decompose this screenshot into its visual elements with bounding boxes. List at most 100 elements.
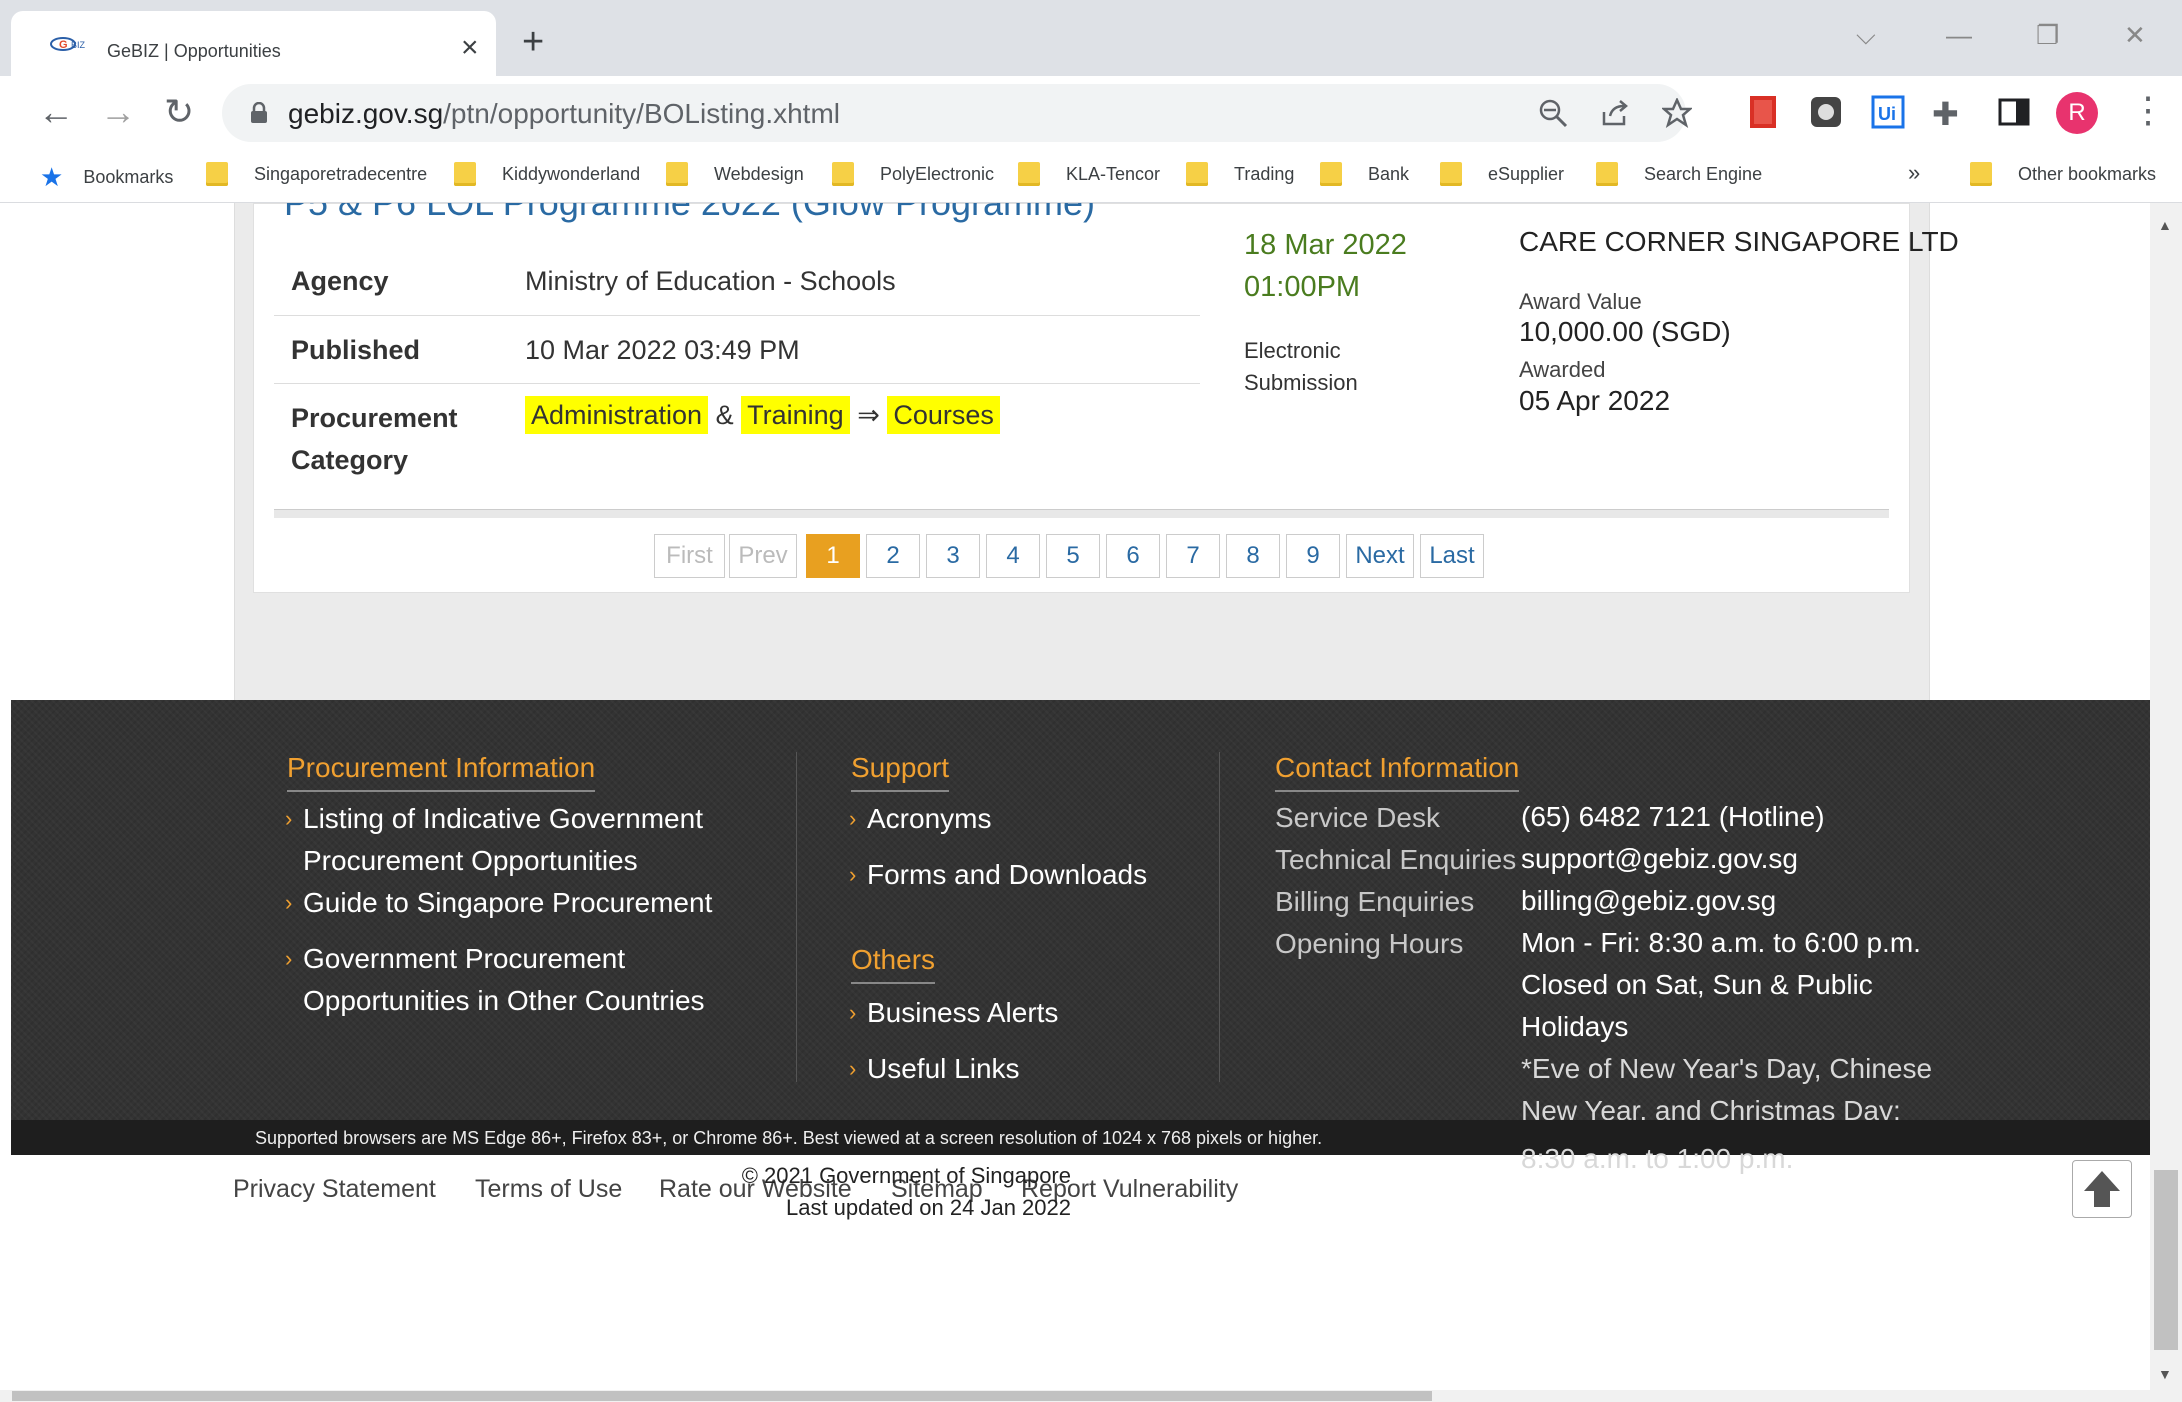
profile-avatar[interactable]: R	[2056, 92, 2098, 134]
scroll-up-icon[interactable]: ▲	[2158, 217, 2172, 233]
chevron-right-icon: ›	[285, 890, 293, 915]
lock-icon	[251, 102, 267, 123]
page-prev-button[interactable]: Prev	[729, 534, 797, 578]
page-3-button[interactable]: 3	[926, 534, 980, 578]
bookmark-label: Webdesign	[714, 164, 804, 184]
category-administration: Administration	[525, 396, 709, 434]
side-panel-icon[interactable]	[1996, 94, 2032, 130]
row-divider	[274, 383, 1200, 384]
agency-label: Agency	[291, 266, 389, 296]
chevron-right-icon: ›	[849, 1056, 857, 1081]
bookmark-item[interactable]: PolyElectronic	[832, 162, 994, 186]
closed-days-value: Closed on Sat, Sun & Public	[1521, 969, 1873, 1000]
bookmark-label: PolyElectronic	[880, 164, 995, 184]
restore-icon[interactable]: ❐	[2036, 20, 2059, 50]
reload-icon[interactable]: ↻	[164, 92, 194, 132]
page-4-button[interactable]: 4	[986, 534, 1040, 578]
footer-link-business-alerts[interactable]: › Business Alerts	[849, 992, 1058, 1034]
footer-link-useful-links[interactable]: › Useful Links	[849, 1048, 1020, 1090]
copyright-text: © 2021 Government of Singapore	[741, 1163, 1071, 1188]
service-desk-label: Service Desk	[1275, 802, 1440, 833]
category-training: Training	[741, 396, 850, 434]
horizontal-scroll-thumb[interactable]	[12, 1391, 1432, 1401]
footer-link-indicative-listing[interactable]: › Listing of Indicative Government Procu…	[285, 798, 703, 882]
footer-divider	[1219, 752, 1220, 1082]
card-divider	[274, 509, 1889, 518]
tab-close-icon[interactable]: ×	[461, 33, 479, 63]
bookmark-star-icon[interactable]	[1662, 98, 1692, 128]
bookmark-item[interactable]: Kiddywonderland	[454, 162, 640, 186]
back-icon[interactable]: ←	[38, 92, 74, 132]
link-label: Forms and Downloads	[867, 859, 1148, 890]
zoom-icon[interactable]	[1538, 98, 1568, 128]
support-email[interactable]: support@gebiz.gov.sg	[1521, 838, 1798, 880]
scroll-down-icon[interactable]: ▼	[2158, 1366, 2172, 1382]
bookmark-item[interactable]: Trading	[1186, 162, 1294, 186]
bookmark-other[interactable]: Other bookmarks	[1970, 162, 2156, 186]
footer-link-forms[interactable]: › Forms and Downloads	[849, 854, 1148, 896]
terms-of-use-link[interactable]: Terms of Use	[475, 1175, 622, 1204]
share-icon[interactable]	[1600, 98, 1630, 128]
opportunity-title-link[interactable]: P5 & P6 LOL Programme 2022 (Glow Program…	[284, 203, 1095, 224]
chevron-right-icon: ›	[849, 862, 857, 887]
holiday-note-1: *Eve of New Year's Day, Chinese	[1521, 1053, 1933, 1084]
tab-search-chevron-icon[interactable]: ⌵	[1856, 20, 1876, 50]
bookmark-item[interactable]: eSupplier	[1440, 162, 1564, 186]
page-1-button[interactable]: 1	[806, 534, 860, 578]
procurement-category-value: Administration & Training ⇒ Courses	[525, 396, 1000, 434]
uipath-extension-icon[interactable]: Ui	[1870, 94, 1906, 130]
folder-icon	[1596, 162, 1618, 186]
page-next-button[interactable]: Next	[1346, 534, 1414, 578]
page-last-button[interactable]: Last	[1420, 534, 1484, 578]
page-6-button[interactable]: 6	[1106, 534, 1160, 578]
color-picker-extension-icon[interactable]	[1808, 94, 1844, 130]
submission-method: Electronic Submission	[1244, 335, 1358, 399]
bookmark-item[interactable]: KLA-Tencor	[1018, 162, 1160, 186]
footer-link-acronyms[interactable]: › Acronyms	[849, 798, 992, 840]
page-2-button[interactable]: 2	[866, 534, 920, 578]
page-5-button[interactable]: 5	[1046, 534, 1100, 578]
extensions-puzzle-icon[interactable]: ✚	[1932, 94, 1959, 134]
folder-icon	[666, 162, 688, 186]
link-label: Acronyms	[867, 803, 992, 834]
vertical-scroll-thumb[interactable]	[2154, 1170, 2178, 1350]
link-line: Opportunities in Other Countries	[303, 985, 705, 1016]
window-close-icon[interactable]: ✕	[2124, 20, 2146, 50]
bookmark-bookmarks[interactable]: ★ Bookmarks	[40, 162, 173, 193]
back-to-top-button[interactable]	[2072, 1160, 2132, 1218]
forward-icon[interactable]: →	[100, 92, 136, 132]
category-courses: Courses	[887, 396, 1000, 434]
submission-line-1: Electronic	[1244, 338, 1341, 363]
contact-info-heading: Contact Information	[1275, 752, 1520, 792]
folder-icon	[1970, 162, 1992, 186]
footer-link-other-countries[interactable]: › Government Procurement Opportunities i…	[285, 938, 705, 1022]
privacy-statement-link[interactable]: Privacy Statement	[233, 1175, 436, 1204]
category-label: Category	[291, 445, 409, 475]
bookmark-label: eSupplier	[1488, 164, 1565, 184]
page-first-button[interactable]: First	[654, 534, 725, 578]
svg-text:BIZ: BIZ	[71, 40, 86, 50]
page-9-button[interactable]: 9	[1286, 534, 1340, 578]
folder-icon	[1186, 162, 1208, 186]
new-tab-icon[interactable]: +	[522, 22, 544, 62]
closed-days-value-2: Holidays	[1521, 1011, 1629, 1042]
opening-hours-value: Mon - Fri: 8:30 a.m. to 6:00 p.m.	[1521, 927, 1921, 958]
bookmark-label: Bank	[1368, 164, 1410, 184]
minimize-icon[interactable]: —	[1946, 20, 1972, 50]
folder-icon	[454, 162, 476, 186]
bookmark-item[interactable]: Webdesign	[666, 162, 804, 186]
opening-hours-label: Opening Hours	[1275, 928, 1464, 959]
browser-tab[interactable]: G BIZ GeBIZ | Opportunities ×	[11, 11, 496, 76]
more-bookmarks-chevron-icon[interactable]: »	[1908, 160, 1920, 186]
billing-email[interactable]: billing@gebiz.gov.sg	[1521, 880, 1776, 922]
pdf-extension-icon[interactable]	[1746, 94, 1782, 130]
address-bar[interactable]: gebiz.gov.sg/ptn/opportunity/BOListing.x…	[222, 84, 1692, 142]
menu-kebab-icon[interactable]: ⋮	[2130, 90, 2166, 130]
page-7-button[interactable]: 7	[1166, 534, 1220, 578]
svg-text:Ui: Ui	[1878, 104, 1896, 124]
footer-link-guide[interactable]: › Guide to Singapore Procurement	[285, 882, 712, 924]
bookmark-item[interactable]: Search Engine	[1596, 162, 1762, 186]
bookmark-item[interactable]: Singaporetradecentre	[206, 162, 427, 186]
page-8-button[interactable]: 8	[1226, 534, 1280, 578]
bookmark-item[interactable]: Bank	[1320, 162, 1409, 186]
